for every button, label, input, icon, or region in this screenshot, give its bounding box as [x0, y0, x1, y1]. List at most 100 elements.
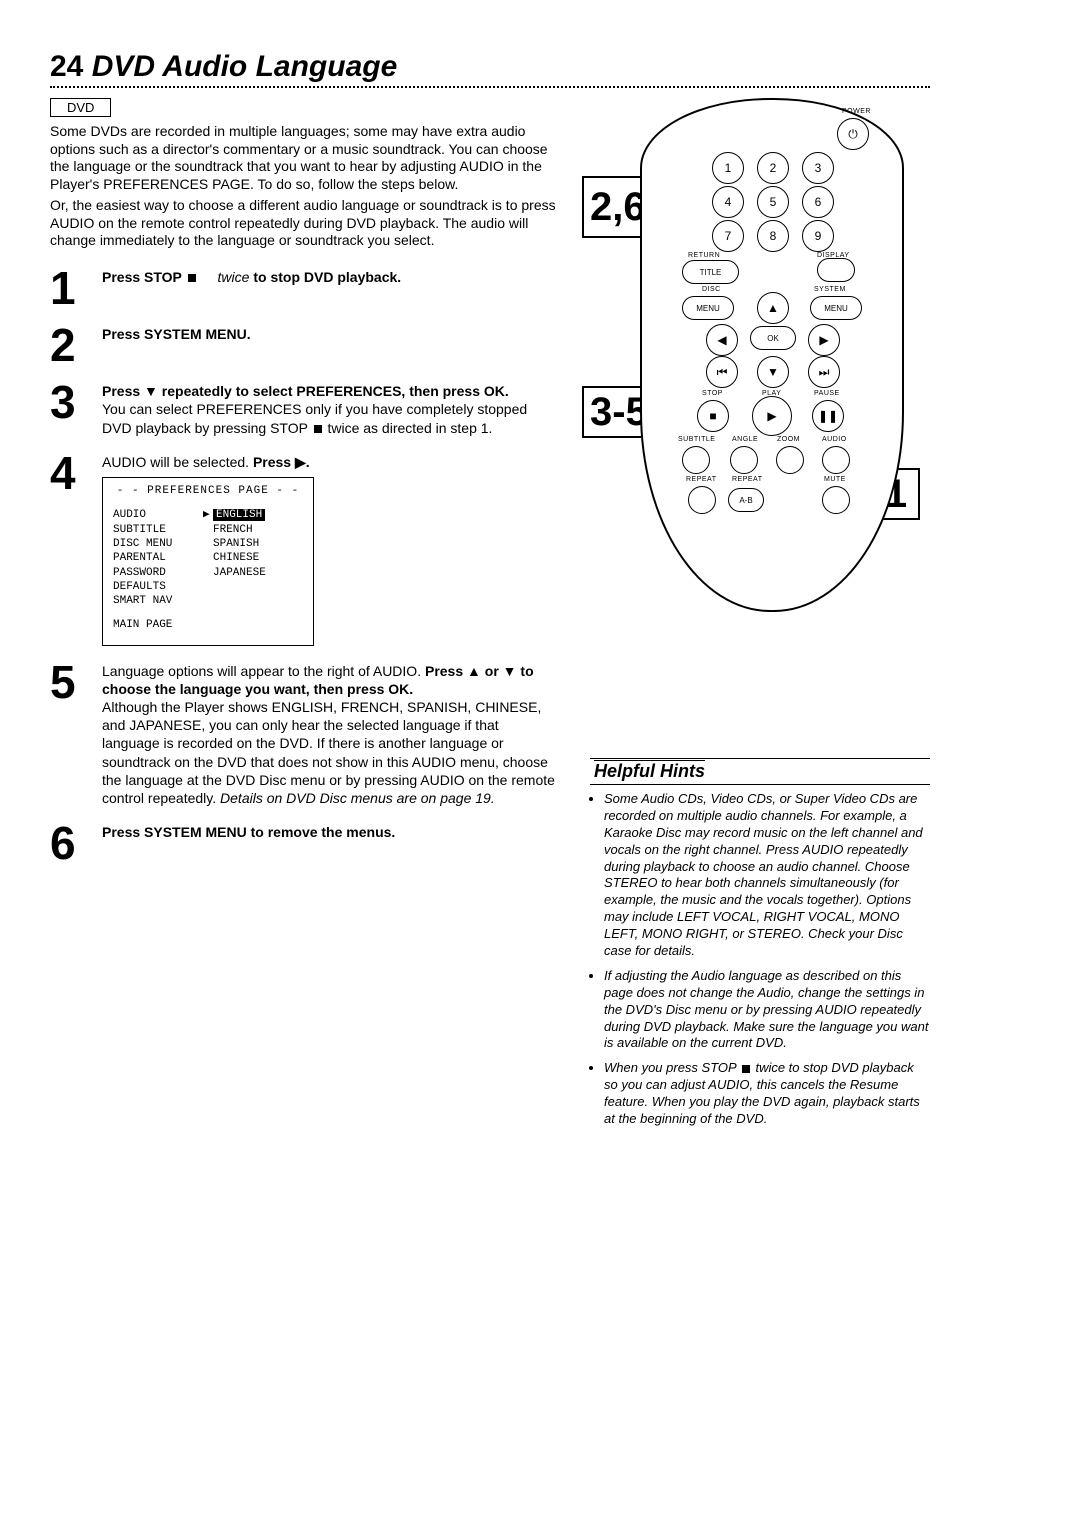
hint-3: When you press STOP twice to stop DVD pl… — [604, 1060, 930, 1128]
step-3-bold: Press ▼ repeatedly to select PREFERENCES… — [102, 383, 509, 399]
power-label: POWER — [842, 108, 871, 115]
skip-back-button: ⏮ — [706, 356, 738, 388]
osd-footer: MAIN PAGE — [113, 618, 203, 632]
zoom-label: ZOOM — [777, 436, 800, 443]
osd-left-4: PASSWORD — [113, 566, 203, 580]
zoom-button — [776, 446, 804, 474]
digit-5: 5 — [757, 186, 789, 218]
step-1-bold: Press STOP — [102, 269, 186, 285]
hint-2: If adjusting the Audio language as descr… — [604, 968, 930, 1052]
digit-8: 8 — [757, 220, 789, 252]
display-button — [817, 258, 855, 282]
osd-title: - - PREFERENCES PAGE - - — [103, 478, 313, 508]
intro-paragraph-1: Some DVDs are recorded in multiple langu… — [50, 123, 560, 193]
step-number: 1 — [50, 268, 86, 309]
step-5: 5 Language options will appear to the ri… — [50, 662, 560, 808]
step-1-italic: twice — [218, 269, 250, 285]
title-divider — [50, 86, 930, 88]
repeat2-label: REPEAT — [732, 476, 763, 483]
step-1-rest: to stop DVD playback. — [249, 269, 401, 285]
intro-paragraph-2: Or, the easiest way to choose a differen… — [50, 197, 560, 250]
angle-label: ANGLE — [732, 436, 758, 443]
step-1: 1 Press STOP twice to stop DVD playback. — [50, 268, 560, 309]
hint-1: Some Audio CDs, Video CDs, or Super Vide… — [604, 791, 930, 960]
return-label: RETURN — [688, 252, 720, 259]
left-button: ◀ — [706, 324, 738, 356]
audio-label: AUDIO — [822, 436, 847, 443]
step-4-pre: AUDIO will be selected. — [102, 454, 253, 470]
stop-icon — [188, 274, 196, 282]
osd-right-0: ENGLISH — [213, 509, 265, 521]
repeat-label: REPEAT — [686, 476, 717, 483]
play-button: ▶ — [752, 396, 792, 436]
digit-4: 4 — [712, 186, 744, 218]
osd-left-1: SUBTITLE — [113, 523, 203, 537]
disc-menu-button: MENU — [682, 296, 734, 320]
osd-right-4: JAPANESE — [213, 566, 303, 580]
page-title: 24 DVD Audio Language — [50, 50, 930, 84]
repeat-button — [688, 486, 716, 514]
digit-1: 1 — [712, 152, 744, 184]
mute-label: MUTE — [824, 476, 846, 483]
osd-right-3: CHINESE — [213, 551, 303, 565]
step-number: 2 — [50, 325, 86, 366]
pause-label: PAUSE — [814, 390, 840, 397]
mute-button — [822, 486, 850, 514]
page-title-text: DVD Audio Language — [92, 50, 398, 83]
osd-right-1: FRENCH — [213, 523, 303, 537]
stop-icon — [742, 1065, 750, 1073]
osd-left-3: PARENTAL — [113, 551, 203, 565]
step-4-bold: Press ▶. — [253, 454, 310, 470]
stop-icon — [314, 425, 322, 433]
digit-2: 2 — [757, 152, 789, 184]
hint-3a: When you press STOP — [604, 1060, 740, 1075]
step-number: 3 — [50, 382, 86, 437]
step-4: 4 AUDIO will be selected. Press ▶. - - P… — [50, 453, 560, 646]
step-5-italic: Details on DVD Disc menus are on page 19… — [220, 790, 495, 806]
step-number: 5 — [50, 662, 86, 808]
osd-left-5: DEFAULTS — [113, 580, 203, 594]
step-2: 2 Press SYSTEM MENU. — [50, 325, 560, 366]
right-button: ▶ — [808, 324, 840, 356]
system-menu-button: MENU — [810, 296, 862, 320]
digit-9: 9 — [802, 220, 834, 252]
digit-6: 6 — [802, 186, 834, 218]
subtitle-button — [682, 446, 710, 474]
up-button: ▲ — [757, 292, 789, 324]
osd-screen: - - PREFERENCES PAGE - - AUDIO▶ENGLISH S… — [102, 477, 314, 646]
digit-7: 7 — [712, 220, 744, 252]
pointer-icon: ▶ — [203, 508, 213, 522]
skip-fwd-button: ⏭ — [808, 356, 840, 388]
down-button: ▼ — [757, 356, 789, 388]
step-3-rest2: twice as directed in step 1. — [324, 420, 493, 436]
osd-right-2: SPANISH — [213, 537, 303, 551]
step-6-bold: Press SYSTEM MENU to remove the menus. — [102, 824, 395, 840]
osd-left-6: SMART NAV — [113, 594, 203, 608]
step-3: 3 Press ▼ repeatedly to select PREFERENC… — [50, 382, 560, 437]
power-button: ⏻ — [837, 118, 869, 150]
audio-button — [822, 446, 850, 474]
remote-illustration: 2,6 3-5 1 POWER ⏻ 1 2 3 4 5 6 7 8 9 RETU… — [590, 98, 920, 618]
page-number: 24 — [50, 50, 83, 83]
step-2-bold: Press SYSTEM MENU. — [102, 326, 251, 342]
step-6: 6 Press SYSTEM MENU to remove the menus. — [50, 823, 560, 864]
ab-button: A-B — [728, 488, 764, 512]
angle-button — [730, 446, 758, 474]
title-button: TITLE — [682, 260, 739, 284]
subtitle-label: SUBTITLE — [678, 436, 715, 443]
pause-button: ❚❚ — [812, 400, 844, 432]
dvd-tag: DVD — [50, 98, 111, 117]
step-number: 6 — [50, 823, 86, 864]
ok-button: OK — [750, 326, 796, 350]
osd-left-0: AUDIO — [113, 508, 203, 522]
osd-left-2: DISC MENU — [113, 537, 203, 551]
disc-label: DISC — [702, 286, 721, 293]
digit-3: 3 — [802, 152, 834, 184]
stop-button: ■ — [697, 400, 729, 432]
helpful-hints-title: Helpful Hints — [590, 758, 930, 785]
stop-label: STOP — [702, 390, 723, 397]
step-number: 4 — [50, 453, 86, 646]
step-5-pre: Language options will appear to the righ… — [102, 663, 425, 679]
helpful-hints-list: Some Audio CDs, Video CDs, or Super Vide… — [590, 791, 930, 1128]
system-label: SYSTEM — [814, 286, 846, 293]
